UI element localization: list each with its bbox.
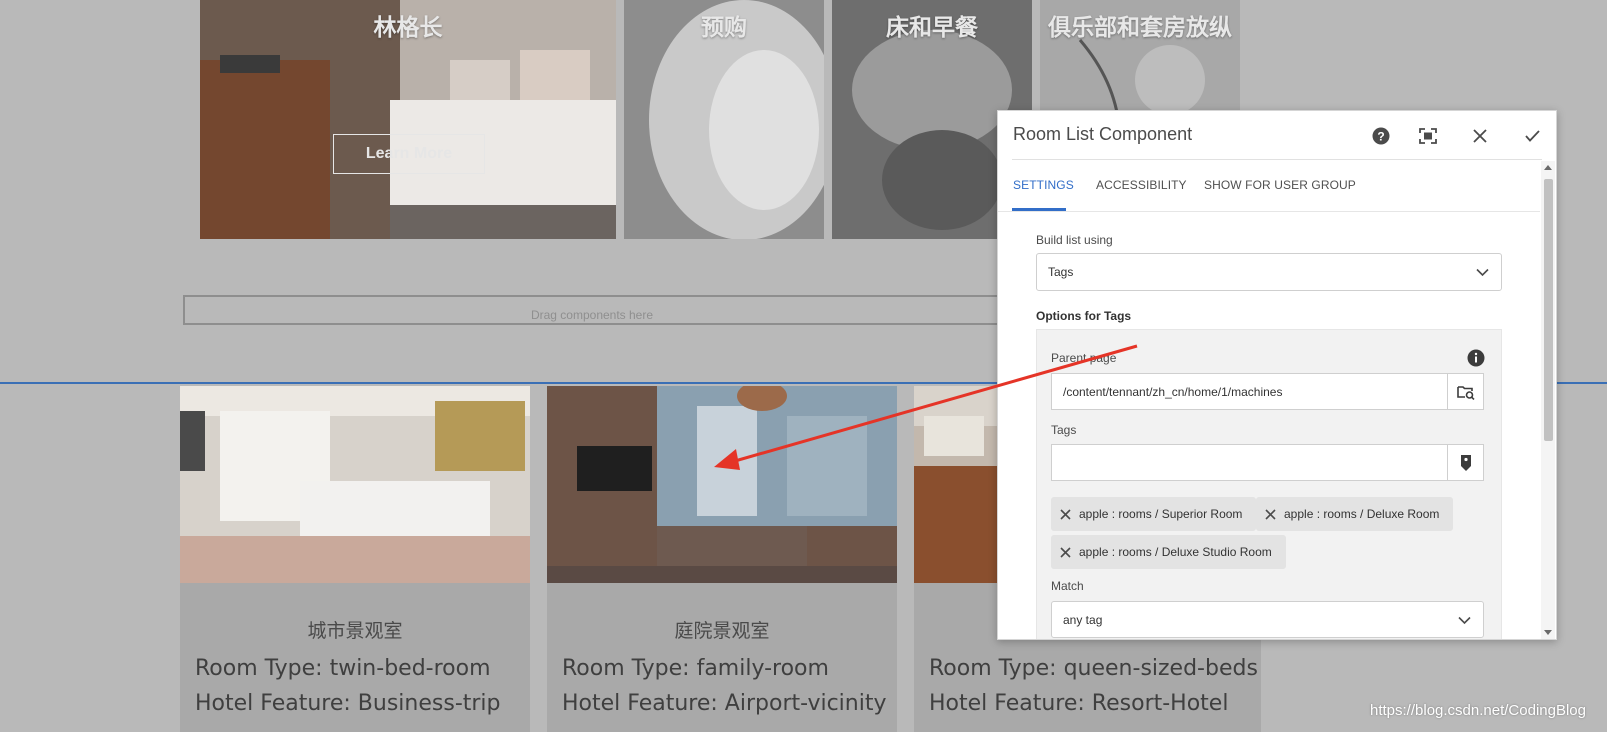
hero-tile-title: 俱乐部和套房放纵 (1048, 15, 1232, 41)
tabs-divider (998, 211, 1540, 212)
tag-icon (1460, 454, 1471, 471)
scrollbar-thumb[interactable] (1544, 179, 1553, 441)
remove-tag-icon[interactable] (1265, 508, 1276, 520)
room-image (547, 386, 897, 583)
help-icon[interactable]: ? (1366, 121, 1396, 151)
chevron-down-icon (1458, 616, 1471, 624)
hero-tile-title: 床和早餐 (886, 15, 978, 41)
room-card-title: 庭院景观室 (674, 620, 770, 642)
tag-chip[interactable]: apple : rooms / Deluxe Room (1256, 497, 1454, 531)
check-icon[interactable] (1517, 121, 1547, 151)
hotel-feature-text: Hotel Feature: Resort-Hotel (929, 691, 1229, 716)
room-image (180, 386, 530, 583)
tag-chip-label: apple : rooms / Superior Room (1079, 507, 1243, 521)
watermark: https://blog.csdn.net/CodingBlog (1370, 702, 1586, 719)
room-card[interactable]: 城市景观室 Room Type: twin-bed-room Hotel Fea… (180, 386, 530, 732)
tag-chip-label: apple : rooms / Deluxe Studio Room (1079, 545, 1272, 559)
tag-picker-button[interactable] (1447, 444, 1484, 481)
room-type-text: Room Type: family-room (562, 656, 829, 681)
hero-tile-title: 预购 (701, 15, 747, 41)
hotel-feature-text: Hotel Feature: Business-trip (195, 691, 501, 716)
hero-tile-1: 林格长 Learn More (200, 0, 616, 239)
remove-tag-icon[interactable] (1060, 508, 1071, 520)
tag-chip-label: apple : rooms / Deluxe Room (1284, 507, 1440, 521)
dialog-header-divider (1012, 159, 1542, 160)
drop-zone-label: Drag components here (530, 308, 654, 322)
match-value: any tag (1063, 612, 1103, 627)
chevron-down-icon (1476, 268, 1489, 277)
room-card-title: 城市景观室 (307, 620, 403, 642)
scroll-up-icon[interactable] (1543, 163, 1553, 171)
fullscreen-icon[interactable] (1413, 121, 1443, 151)
tab-settings[interactable]: SETTINGS (1013, 178, 1074, 192)
build-list-select[interactable]: Tags (1036, 253, 1502, 291)
room-type-text: Room Type: queen-sized-beds (929, 656, 1258, 681)
svg-text:?: ? (1377, 130, 1384, 144)
tags-label: Tags (1051, 423, 1077, 437)
match-label: Match (1051, 579, 1084, 593)
tab-show-for-user-group[interactable]: SHOW FOR USER GROUP (1204, 178, 1356, 192)
build-list-value: Tags (1048, 265, 1074, 279)
dialog-title: Room List Component (1013, 124, 1193, 144)
parent-page-label: Parent page (1051, 351, 1117, 365)
close-icon[interactable] (1465, 121, 1495, 151)
tab-accessibility[interactable]: ACCESSIBILITY (1096, 178, 1187, 192)
info-icon[interactable] (1467, 349, 1485, 367)
room-list-dialog: Room List Component ? SETTINGS ACCESSIBI… (997, 110, 1557, 640)
parent-page-value: /content/tennant/zh_cn/home/1/machines (1063, 384, 1283, 399)
hotel-feature-text: Hotel Feature: Airport-vicinity (562, 691, 887, 716)
drop-zone[interactable]: Drag components here (183, 295, 1001, 325)
tags-input[interactable] (1051, 444, 1448, 481)
scroll-down-icon[interactable] (1543, 629, 1553, 637)
room-type-text: Room Type: twin-bed-room (195, 656, 491, 681)
learn-more-button[interactable]: Learn More (333, 134, 485, 174)
tag-chip[interactable]: apple : rooms / Superior Room (1051, 497, 1257, 531)
build-list-label: Build list using (1036, 233, 1113, 247)
browse-path-button[interactable] (1447, 373, 1484, 410)
hero-tile-title: 林格长 (373, 15, 443, 41)
browse-folder-icon (1456, 385, 1475, 400)
match-select[interactable]: any tag (1051, 601, 1484, 638)
parent-page-input[interactable]: /content/tennant/zh_cn/home/1/machines (1051, 373, 1448, 410)
remove-tag-icon[interactable] (1060, 546, 1071, 558)
hero-tile-2: 预购 (624, 0, 824, 239)
options-title: Options for Tags (1036, 309, 1132, 323)
room-card[interactable]: 庭院景观室 Room Type: family-room Hotel Featu… (547, 386, 897, 732)
tag-chip[interactable]: apple : rooms / Deluxe Studio Room (1051, 535, 1286, 569)
